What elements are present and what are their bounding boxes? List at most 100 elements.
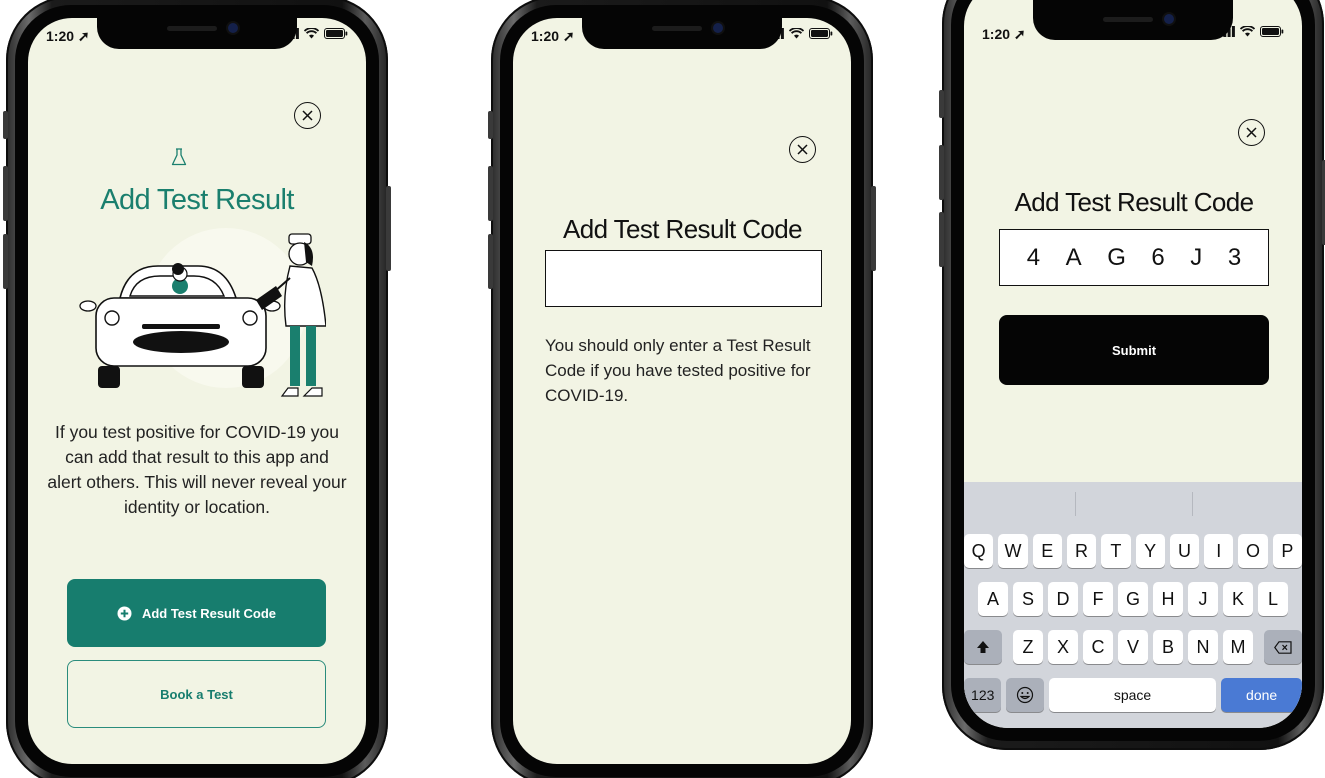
notch <box>1033 0 1233 40</box>
volume-down-button <box>939 212 944 267</box>
key-v[interactable]: V <box>1118 630 1148 664</box>
predictive-divider <box>1192 492 1193 516</box>
screen: 1:20 ➚ Add Test Result Code 4 A G 6 J 3 … <box>964 0 1302 728</box>
notch <box>97 18 297 49</box>
location-arrow-icon: ➚ <box>562 28 575 44</box>
predictive-bar <box>964 482 1302 526</box>
keyboard-row-2: A S D F G H J K L <box>964 582 1302 616</box>
key-l[interactable]: L <box>1258 582 1288 616</box>
code-char: 4 <box>1026 243 1041 271</box>
space-key[interactable]: space <box>1048 678 1217 712</box>
keyboard-row-3: Z X C V B N M <box>964 630 1302 664</box>
power-button <box>386 186 391 271</box>
backspace-icon <box>1274 640 1292 654</box>
submit-button[interactable]: Submit <box>999 315 1269 385</box>
volume-down-button <box>488 234 493 289</box>
volume-up-button <box>3 166 8 221</box>
front-camera <box>713 23 723 33</box>
phone-add-code-empty: 1:20 ➚ Add Test Result Code You should o… <box>488 0 876 778</box>
code-char: G <box>1107 243 1126 271</box>
close-button[interactable] <box>294 102 321 129</box>
close-icon <box>302 110 313 121</box>
status-time: 1:20 ➚ <box>531 28 575 44</box>
silent-switch <box>939 90 944 118</box>
front-camera <box>228 23 238 33</box>
location-arrow-icon: ➚ <box>77 28 90 44</box>
code-char: J <box>1190 243 1203 271</box>
key-e[interactable]: E <box>1032 534 1062 568</box>
key-m[interactable]: M <box>1223 630 1253 664</box>
book-a-test-button[interactable]: Book a Test <box>67 660 326 728</box>
close-icon <box>797 144 808 155</box>
screen: 1:20 ➚ Add Test Result Code You should o… <box>513 18 851 764</box>
close-button[interactable] <box>1238 119 1265 146</box>
silent-switch <box>488 111 493 139</box>
drive-through-test-illustration <box>79 228 326 397</box>
shift-icon <box>977 641 989 653</box>
keyboard-row-4: 123 space done <box>964 678 1302 712</box>
key-f[interactable]: F <box>1083 582 1113 616</box>
key-g[interactable]: G <box>1118 582 1148 616</box>
speaker <box>1103 17 1153 22</box>
code-char: A <box>1065 243 1082 271</box>
power-button <box>871 186 876 271</box>
front-camera <box>1164 14 1174 24</box>
test-result-code-input[interactable] <box>545 250 822 307</box>
phone-add-code-keyboard: 1:20 ➚ Add Test Result Code 4 A G 6 J 3 … <box>939 0 1325 750</box>
speaker <box>652 26 702 31</box>
key-q[interactable]: Q <box>964 534 994 568</box>
key-z[interactable]: Z <box>1013 630 1043 664</box>
page-title: Add Test Result Code <box>1014 187 1255 217</box>
close-button[interactable] <box>789 136 816 163</box>
key-w[interactable]: W <box>998 534 1028 568</box>
key-s[interactable]: S <box>1013 582 1043 616</box>
silent-switch <box>3 111 8 139</box>
page-title: Add Test Result <box>100 184 294 216</box>
key-n[interactable]: N <box>1188 630 1218 664</box>
backspace-key[interactable] <box>1264 630 1302 664</box>
volume-up-button <box>488 166 493 221</box>
close-icon <box>1246 127 1257 138</box>
key-b[interactable]: B <box>1153 630 1183 664</box>
key-y[interactable]: Y <box>1135 534 1165 568</box>
speaker <box>167 26 217 31</box>
submit-label: Submit <box>1111 342 1157 358</box>
battery-icon <box>1260 26 1284 37</box>
code-char: 3 <box>1227 243 1242 271</box>
key-t[interactable]: T <box>1101 534 1131 568</box>
key-u[interactable]: U <box>1169 534 1200 568</box>
shift-key[interactable] <box>964 630 1002 664</box>
key-h[interactable]: H <box>1153 582 1183 616</box>
key-c[interactable]: C <box>1083 630 1113 664</box>
test-result-code-input[interactable]: 4 A G 6 J 3 <box>999 229 1269 286</box>
volume-down-button <box>3 234 8 289</box>
keyboard: Q W E R T Y U I O P A S D F G H J K L Z … <box>964 482 1302 728</box>
volume-up-button <box>939 145 944 200</box>
battery-icon <box>809 28 833 39</box>
key-o[interactable]: O <box>1238 534 1268 568</box>
key-i[interactable]: I <box>1204 534 1234 568</box>
plus-circle-icon <box>117 606 132 620</box>
code-input-value <box>546 251 821 306</box>
key-d[interactable]: D <box>1048 582 1078 616</box>
keyboard-row-1: Q W E R T Y U I O P <box>964 534 1302 568</box>
phone-add-test-result: 1:20 ➚ Add Test Result If you test posit… <box>3 0 391 778</box>
key-j[interactable]: J <box>1188 582 1218 616</box>
page-title: Add Test Result Code <box>563 214 803 244</box>
code-char: 6 <box>1151 243 1165 271</box>
done-key[interactable]: done <box>1221 678 1302 712</box>
code-input-value: 4 A G 6 J 3 <box>1000 230 1268 285</box>
predictive-divider <box>1075 492 1076 516</box>
numbers-key[interactable]: 123 <box>964 678 1002 712</box>
key-a[interactable]: A <box>978 582 1008 616</box>
instruction-note: You should only enter a Test Result Code… <box>545 336 811 405</box>
emoji-icon <box>1017 686 1034 704</box>
key-p[interactable]: P <box>1272 534 1302 568</box>
key-r[interactable]: R <box>1066 534 1097 568</box>
key-k[interactable]: K <box>1223 582 1253 616</box>
key-x[interactable]: X <box>1048 630 1078 664</box>
emoji-key[interactable] <box>1006 678 1044 712</box>
add-test-result-code-label: Add Test Result Code <box>141 605 277 621</box>
status-time: 1:20 ➚ <box>982 26 1026 42</box>
add-test-result-code-button[interactable]: Add Test Result Code <box>67 579 326 647</box>
